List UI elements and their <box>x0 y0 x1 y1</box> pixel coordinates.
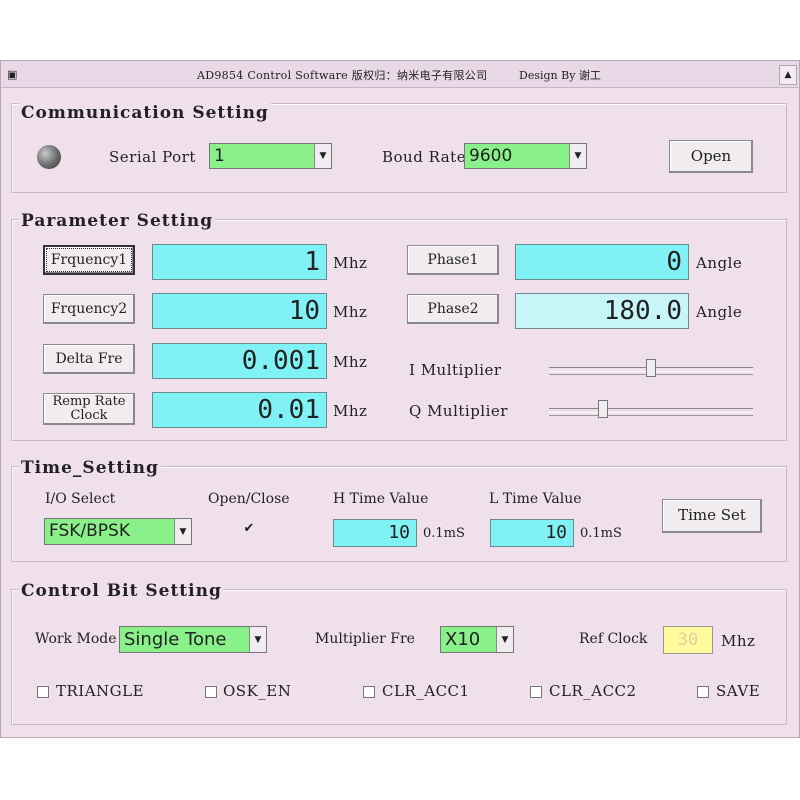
triangle-label: TRIANGLE <box>56 682 145 700</box>
parameter-group-title: Parameter Setting <box>19 211 216 231</box>
open-close-checkbox[interactable]: ✔ <box>243 522 255 536</box>
frequency2-button[interactable]: Frquency2 <box>43 294 135 324</box>
i-multiplier-slider[interactable] <box>549 359 753 379</box>
phase1-input[interactable]: 0 <box>515 244 689 280</box>
work-mode-label: Work Mode <box>35 631 117 647</box>
open-button[interactable]: Open <box>669 140 753 173</box>
delta-frequency-unit: Mhz <box>333 353 368 371</box>
slider-thumb[interactable] <box>598 400 608 418</box>
app-window: ▣ AD9854 Control Software 版权归：纳米电子有限公司 D… <box>0 60 800 738</box>
work-mode-select[interactable]: Single Tone ▼ <box>119 626 267 653</box>
serial-port-label: Serial Port <box>109 148 196 166</box>
l-time-unit: 0.1mS <box>580 526 622 541</box>
ramp-button-line2: Clock <box>70 408 108 423</box>
time-group-title: Time_Setting <box>19 458 161 478</box>
save-label: SAVE <box>716 682 761 700</box>
q-multiplier-slider[interactable] <box>549 400 753 420</box>
time-set-button[interactable]: Time Set <box>662 499 762 533</box>
l-time-label: L Time Value <box>489 491 582 507</box>
control-group <box>11 589 787 725</box>
title-bar: ▣ AD9854 Control Software 版权归：纳米电子有限公司 D… <box>1 61 799 88</box>
frequency1-unit: Mhz <box>333 254 368 272</box>
chevron-down-icon[interactable]: ▼ <box>249 627 266 652</box>
q-multiplier-label: Q Multiplier <box>409 402 508 420</box>
communication-group-title: Communication Setting <box>19 103 271 123</box>
osk-checkbox[interactable] <box>205 686 217 698</box>
ref-clock-unit: Mhz <box>721 632 756 650</box>
window-icon[interactable]: ▣ <box>7 68 17 81</box>
frequency1-input[interactable]: 1 <box>152 244 327 280</box>
chevron-up-icon[interactable]: ▲ <box>779 65 797 85</box>
phase2-input[interactable]: 180.0 <box>515 293 689 329</box>
clr-acc2-checkbox[interactable] <box>530 686 542 698</box>
open-close-label: Open/Close <box>208 491 290 507</box>
h-time-unit: 0.1mS <box>423 526 465 541</box>
baud-rate-value: 9600 <box>469 146 513 166</box>
delta-frequency-input[interactable]: 0.001 <box>152 343 327 379</box>
phase2-button[interactable]: Phase2 <box>407 294 499 324</box>
frequency1-button[interactable]: Frquency1 <box>43 245 135 275</box>
baud-rate-label: Boud Rate <box>382 148 467 166</box>
i-multiplier-label: I Multiplier <box>409 361 502 379</box>
serial-port-select[interactable]: 1 ▼ <box>209 143 332 169</box>
ramp-rate-clock-button[interactable]: Remp Rate Clock <box>43 393 135 425</box>
window-credit: Design By 谢工 <box>519 69 601 82</box>
multiplier-value: X10 <box>445 629 481 650</box>
l-time-input[interactable]: 10 <box>490 519 574 547</box>
work-mode-value: Single Tone <box>124 629 227 650</box>
chevron-down-icon[interactable]: ▼ <box>569 144 586 168</box>
baud-rate-select[interactable]: 9600 ▼ <box>464 143 587 169</box>
h-time-input[interactable]: 10 <box>333 519 417 547</box>
chevron-down-icon[interactable]: ▼ <box>496 627 513 652</box>
slider-thumb[interactable] <box>646 359 656 377</box>
chevron-down-icon[interactable]: ▼ <box>314 144 331 168</box>
h-time-label: H Time Value <box>333 491 429 507</box>
osk-label: OSK_EN <box>223 682 292 700</box>
triangle-checkbox[interactable] <box>37 686 49 698</box>
window-title: AD9854 Control Software 版权归：纳米电子有限公司 <box>197 69 488 82</box>
clr-acc1-label: CLR_ACC1 <box>382 682 470 700</box>
frequency2-unit: Mhz <box>333 303 368 321</box>
ref-clock-input[interactable]: 30 <box>663 626 713 654</box>
slider-track <box>549 408 753 413</box>
io-select[interactable]: FSK/BPSK ▼ <box>44 518 192 545</box>
serial-port-value: 1 <box>214 146 225 166</box>
frequency2-input[interactable]: 10 <box>152 293 327 329</box>
io-select-value: FSK/BPSK <box>49 521 130 541</box>
led-icon <box>37 145 61 169</box>
slider-tick-line <box>549 415 753 416</box>
phase2-unit: Angle <box>696 303 743 321</box>
phase1-button[interactable]: Phase1 <box>407 245 499 275</box>
phase1-unit: Angle <box>696 254 743 272</box>
ramp-button-line1: Remp Rate <box>52 394 126 410</box>
ref-clock-label: Ref Clock <box>579 631 648 647</box>
multiplier-select[interactable]: X10 ▼ <box>440 626 514 653</box>
clr-acc2-label: CLR_ACC2 <box>549 682 637 700</box>
io-select-label: I/O Select <box>45 491 116 507</box>
save-checkbox[interactable] <box>697 686 709 698</box>
ramp-rate-unit: Mhz <box>333 402 368 420</box>
clr-acc1-checkbox[interactable] <box>363 686 375 698</box>
chevron-down-icon[interactable]: ▼ <box>174 519 191 544</box>
multiplier-label: Multiplier Fre <box>315 631 415 647</box>
delta-frequency-button[interactable]: Delta Fre <box>43 344 135 374</box>
control-group-title: Control Bit Setting <box>19 581 224 601</box>
ramp-rate-input[interactable]: 0.01 <box>152 392 327 428</box>
